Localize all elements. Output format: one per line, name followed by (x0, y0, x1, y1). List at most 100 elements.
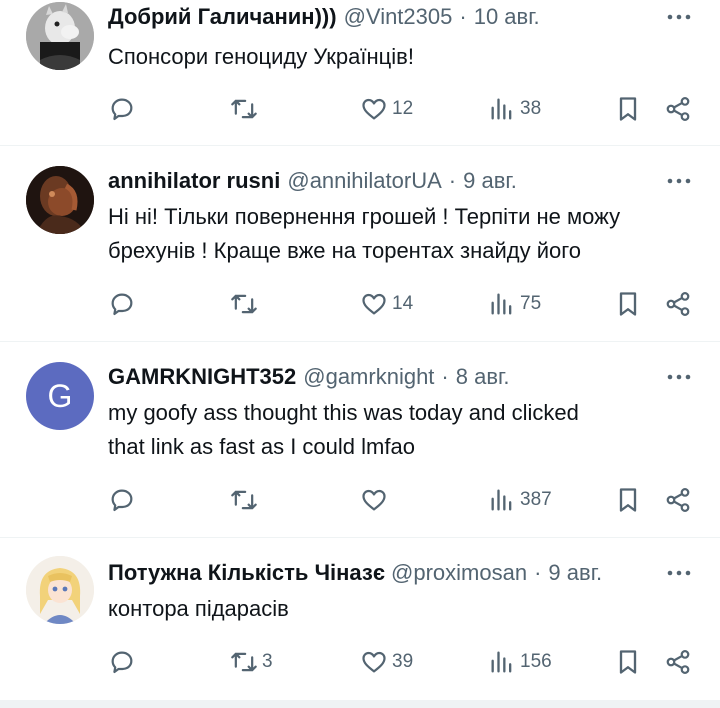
tweet-header: annihilator rusni @annihilatorUA · 9 авг… (108, 164, 698, 198)
tweet-text-line: Ні ні! Тільки повернення грошей ! Терпіт… (108, 204, 621, 229)
like-count: 39 (392, 651, 414, 672)
share-button[interactable] (664, 480, 692, 520)
tweet[interactable]: G GAMRKNIGHT352 @gamrknight · 8 авг. my … (0, 342, 720, 538)
tweet-date[interactable]: 9 авг. (463, 168, 517, 194)
views-button[interactable]: 38 (488, 89, 541, 129)
tweet-actions: 12 38 (108, 89, 696, 129)
retweet-icon (231, 490, 257, 510)
more-options-icon[interactable] (664, 166, 694, 196)
tweet-date[interactable]: 10 авг. (474, 4, 540, 30)
tweet-text: Ні ні! Тільки повернення грошей ! Терпіт… (108, 200, 698, 268)
reply-feed: Добрий Галичанин))) @Vint2305 · 10 авг. … (0, 0, 720, 700)
tweet-header: GAMRKNIGHT352 @gamrknight · 8 авг. (108, 360, 698, 394)
share-button[interactable] (664, 284, 692, 324)
share-button[interactable] (664, 642, 692, 682)
retweet-button[interactable]: 3 (230, 642, 273, 682)
reply-button[interactable] (108, 284, 140, 324)
heart-icon (362, 293, 386, 315)
tweet-actions: 3 39 156 (108, 642, 696, 682)
like-count: 14 (392, 293, 414, 314)
retweet-icon (231, 99, 257, 119)
user-handle[interactable]: @proximosan (391, 560, 527, 586)
retweet-button[interactable] (230, 480, 262, 520)
reply-button[interactable] (108, 642, 140, 682)
separator-dot: · (448, 168, 457, 193)
like-button[interactable]: 12 (360, 89, 413, 129)
dark-figure-avatar-icon (26, 166, 94, 234)
display-name[interactable]: Потужна Кількість Чіназє (108, 560, 385, 586)
retweet-button[interactable] (230, 284, 262, 324)
views-button[interactable]: 156 (488, 642, 552, 682)
anime-girl-avatar-icon (26, 556, 94, 624)
view-count: 75 (520, 293, 542, 314)
display-name[interactable]: Добрий Галичанин))) (108, 4, 337, 30)
analytics-icon (491, 293, 512, 315)
bookmark-icon (619, 97, 637, 121)
view-count: 387 (520, 489, 552, 510)
retweet-icon (231, 294, 257, 314)
analytics-icon (491, 98, 512, 120)
separator-dot: · (459, 4, 467, 29)
reply-icon (111, 293, 133, 316)
bookmark-button[interactable] (614, 284, 642, 324)
tweet[interactable]: Потужна Кількість Чіназє @proximosan · 9… (0, 538, 720, 700)
retweet-icon (231, 652, 257, 672)
tweet-text-line: that link as fast as I could lmfao (108, 434, 415, 459)
moomin-avatar-icon (26, 2, 94, 70)
tweet-text-line: брехунів ! Краще вже на торентах знайду … (108, 238, 582, 263)
bookmark-button[interactable] (614, 480, 642, 520)
bookmark-icon (619, 292, 637, 316)
user-handle[interactable]: @Vint2305 (344, 4, 453, 30)
retweet-count: 3 (262, 651, 273, 672)
tweet-text-line: Спонсори геноциду Українців! (108, 44, 414, 69)
like-button[interactable] (360, 480, 392, 520)
more-options-icon[interactable] (664, 558, 694, 588)
avatar-letter: G (47, 377, 73, 414)
tweet-text: my goofy ass thought this was today and … (108, 396, 698, 464)
tweet-actions: 14 75 (108, 284, 696, 324)
reply-button[interactable] (108, 89, 140, 129)
tweet-text: контора підарасів (108, 592, 698, 626)
bookmark-button[interactable] (614, 89, 642, 129)
display-name[interactable]: annihilator rusni (108, 168, 280, 194)
views-button[interactable]: 387 (488, 480, 552, 520)
tweet-text-line: my goofy ass thought this was today and … (108, 400, 579, 425)
bottom-divider (0, 700, 720, 708)
share-button[interactable] (664, 89, 692, 129)
share-icon (666, 292, 690, 316)
reply-icon (111, 98, 133, 121)
display-name[interactable]: GAMRKNIGHT352 (108, 364, 296, 390)
tweet-actions: 387 (108, 480, 696, 520)
more-options-icon[interactable] (664, 362, 694, 392)
avatar[interactable] (26, 556, 94, 624)
separator-dot: · (441, 364, 449, 389)
avatar[interactable]: G (26, 362, 94, 430)
tweet[interactable]: Добрий Галичанин))) @Vint2305 · 10 авг. … (0, 0, 720, 146)
user-handle[interactable]: @annihilatorUA (287, 168, 441, 194)
reply-icon (111, 651, 133, 674)
views-button[interactable]: 75 (488, 284, 541, 324)
like-button[interactable]: 39 (360, 642, 413, 682)
like-button[interactable]: 14 (360, 284, 413, 324)
analytics-icon (491, 651, 512, 673)
more-options-icon[interactable] (664, 2, 694, 32)
user-handle[interactable]: @gamrknight (303, 364, 434, 390)
view-count: 156 (520, 651, 552, 672)
reply-button[interactable] (108, 480, 140, 520)
share-icon (666, 97, 690, 121)
avatar[interactable] (26, 166, 94, 234)
bookmark-button[interactable] (614, 642, 642, 682)
bookmark-icon (619, 488, 637, 512)
tweet-date[interactable]: 8 авг. (456, 364, 510, 390)
retweet-button[interactable] (230, 89, 262, 129)
view-count: 38 (520, 98, 542, 119)
tweet-text-line: контора підарасів (108, 596, 289, 621)
tweet-text: Спонсори геноциду Українців! (108, 40, 698, 74)
tweet[interactable]: annihilator rusni @annihilatorUA · 9 авг… (0, 146, 720, 342)
like-count: 12 (392, 98, 414, 119)
tweet-date[interactable]: 9 авг. (548, 560, 602, 586)
avatar[interactable] (26, 2, 94, 70)
share-icon (666, 650, 690, 674)
heart-icon (362, 489, 386, 511)
heart-icon (362, 651, 386, 673)
